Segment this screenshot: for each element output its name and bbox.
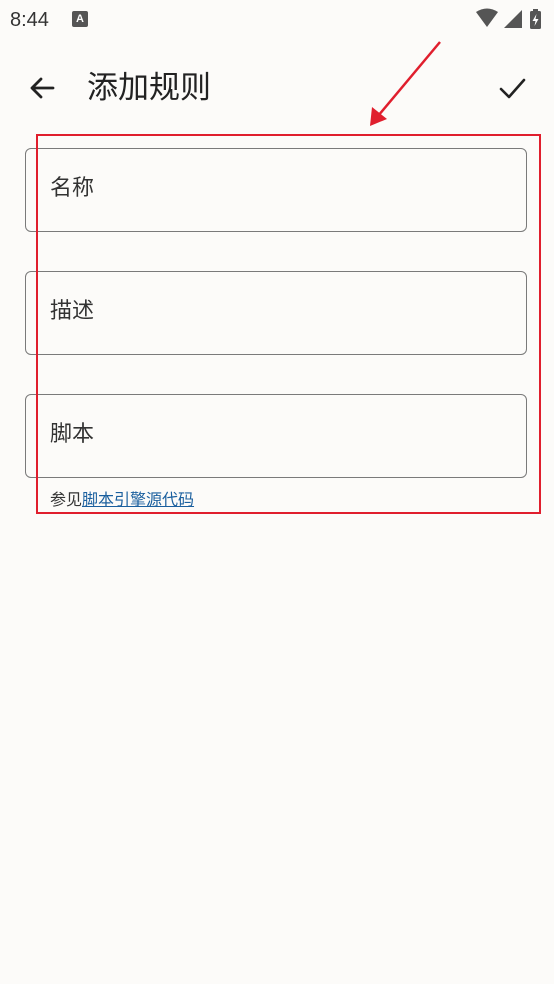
helper-prefix: 参见 <box>50 490 83 509</box>
checkmark-icon <box>499 78 526 99</box>
name-field-label: 名称 <box>50 176 95 201</box>
signal-icon <box>504 10 522 28</box>
status-bar: 8:44 A <box>0 0 554 40</box>
page-title: 添加规则 <box>87 70 211 106</box>
name-field[interactable]: 名称 <box>25 148 527 232</box>
wifi-icon <box>476 8 498 27</box>
battery-charging-icon <box>530 9 541 29</box>
description-field[interactable]: 描述 <box>25 271 527 355</box>
app-bar: 添加规则 <box>0 52 554 124</box>
description-field-label: 描述 <box>50 299 95 324</box>
script-field-label: 脚本 <box>50 422 95 447</box>
script-engine-source-link[interactable]: 脚本引擎源代码 <box>82 490 194 509</box>
notification-app-icon: A <box>72 11 88 27</box>
arrow-left-icon <box>30 77 55 99</box>
save-button[interactable] <box>490 66 534 110</box>
screen: 8:44 A 添加规则 名称 描述 脚本 参见脚本引擎源代码 <box>0 0 554 984</box>
script-helper-text: 参见脚本引擎源代码 <box>50 489 194 511</box>
script-field[interactable]: 脚本 <box>25 394 527 478</box>
status-time: 8:44 <box>10 9 49 31</box>
back-button[interactable] <box>20 66 64 110</box>
status-icons <box>474 8 544 30</box>
